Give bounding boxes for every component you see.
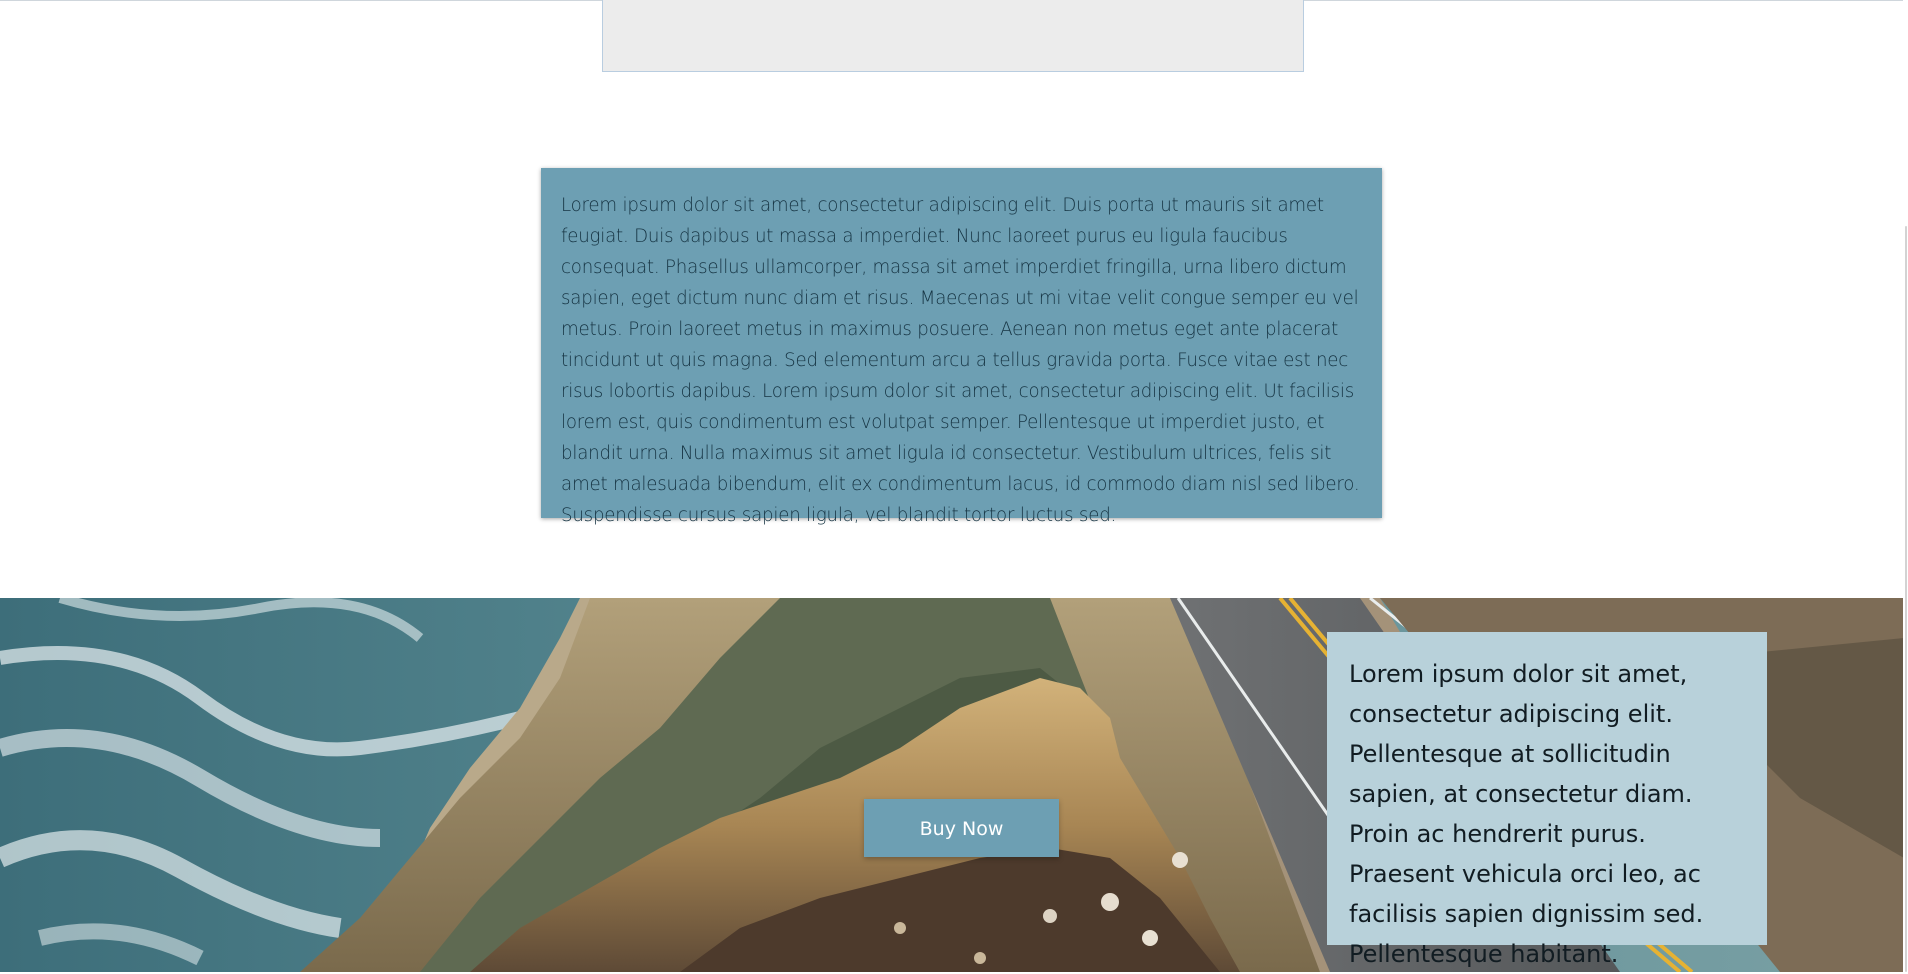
buy-now-button[interactable]: Buy Now [864,799,1059,857]
info-card: Lorem ipsum dolor sit amet, consectetur … [1327,632,1767,968]
embed-placeholder-box [602,0,1304,72]
scrollbar-thumb[interactable] [1905,226,1907,972]
info-card-text: Lorem ipsum dolor sit amet, consectetur … [1349,660,1704,968]
vertical-scrollbar[interactable] [1903,0,1908,972]
text-panel: Lorem ipsum dolor sit amet, consectetur … [541,168,1382,526]
text-panel-body: Lorem ipsum dolor sit amet, consectetur … [561,195,1360,526]
